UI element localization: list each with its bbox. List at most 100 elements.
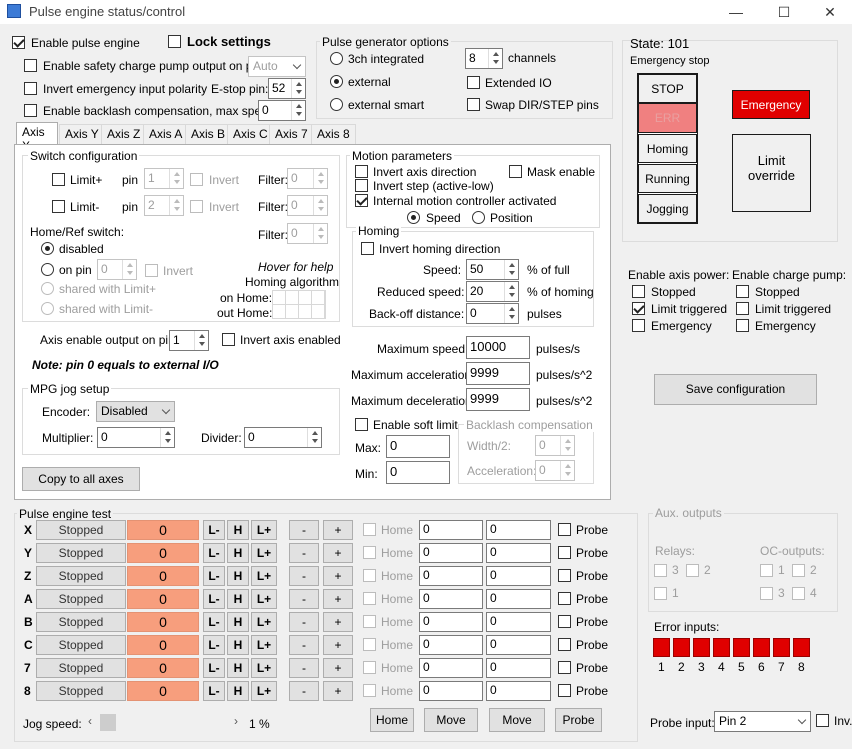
soft-max-input[interactable]: 0 xyxy=(386,435,450,458)
pump-emergency-checkbox[interactable] xyxy=(736,319,749,332)
limit-plus-invert-checkbox[interactable] xyxy=(190,173,203,186)
extended-io-checkbox[interactable] xyxy=(467,76,480,89)
jog-speed-thumb[interactable] xyxy=(100,714,116,731)
home-checkbox[interactable] xyxy=(363,546,376,559)
target-a-input[interactable]: 0 xyxy=(419,635,483,655)
limit-plus-pin-stepper[interactable]: 1 xyxy=(144,168,184,189)
limit-minus-invert-checkbox[interactable] xyxy=(190,200,203,213)
tab-axis-x[interactable]: Axis X xyxy=(16,122,58,153)
spinner-arrows-icon[interactable] xyxy=(160,428,174,447)
home-invert-checkbox[interactable] xyxy=(145,264,158,277)
home-checkbox[interactable] xyxy=(363,638,376,651)
jog-minus-button[interactable]: - xyxy=(289,543,319,563)
target-b-input[interactable]: 0 xyxy=(486,589,551,609)
home-filter-stepper[interactable]: 0 xyxy=(287,223,328,244)
probe-input-select[interactable]: Pin 2 xyxy=(714,711,811,732)
jog-plus-button[interactable]: + xyxy=(323,681,353,701)
tab-axis-c[interactable]: Axis C xyxy=(227,124,274,144)
home-checkbox[interactable] xyxy=(363,523,376,536)
probe-invert-checkbox[interactable] xyxy=(816,714,829,727)
scroll-left-icon[interactable]: ‹ xyxy=(88,714,92,728)
spinner-arrows-icon[interactable] xyxy=(504,304,518,323)
reduced-speed-stepper[interactable]: 20 xyxy=(466,281,519,302)
target-b-input[interactable]: 0 xyxy=(486,566,551,586)
tab-axis-b[interactable]: Axis B xyxy=(185,124,232,144)
encoder-select[interactable]: Disabled xyxy=(96,401,175,422)
tab-axis-8[interactable]: Axis 8 xyxy=(311,124,356,144)
shared-limit-plus-radio[interactable] xyxy=(41,282,54,295)
probe-checkbox[interactable] xyxy=(558,638,571,651)
jog-plus-button[interactable]: + xyxy=(323,543,353,563)
home-disabled-radio[interactable] xyxy=(41,242,54,255)
spinner-arrows-icon[interactable] xyxy=(169,169,183,188)
estop-pin-stepper[interactable]: 52 xyxy=(268,78,306,99)
home-checkbox[interactable] xyxy=(363,569,376,582)
enable-pulse-engine-checkbox[interactable] xyxy=(12,36,25,49)
probe-checkbox[interactable] xyxy=(558,615,571,628)
axis-enable-pin-stepper[interactable]: 1 xyxy=(169,330,209,351)
probe-checkbox[interactable] xyxy=(558,592,571,605)
tab-axis-7[interactable]: Axis 7 xyxy=(269,124,314,144)
max-acc-input[interactable]: 9999 xyxy=(466,362,530,385)
jog-plus-button[interactable]: + xyxy=(323,658,353,678)
limit-override-button[interactable]: Limit override xyxy=(732,134,811,212)
spinner-arrows-icon[interactable] xyxy=(488,49,502,68)
minimize-button[interactable]: — xyxy=(726,3,746,21)
jog-plus-button[interactable]: + xyxy=(323,612,353,632)
limit-plus-filter-stepper[interactable]: 0 xyxy=(287,168,328,189)
jog-plus-button[interactable]: + xyxy=(323,566,353,586)
mask-enable-checkbox[interactable] xyxy=(509,165,522,178)
shared-limit-minus-radio[interactable] xyxy=(41,302,54,315)
target-a-input[interactable]: 0 xyxy=(419,658,483,678)
test-home-button[interactable]: Home xyxy=(370,708,414,732)
home-checkbox[interactable] xyxy=(363,615,376,628)
opt-external-radio[interactable] xyxy=(330,75,343,88)
invert-axis-enabled-checkbox[interactable] xyxy=(222,333,235,346)
copy-to-all-axes-button[interactable]: Copy to all axes xyxy=(22,467,140,491)
target-a-input[interactable]: 0 xyxy=(419,681,483,701)
invert-axis-direction-checkbox[interactable] xyxy=(355,165,368,178)
channels-stepper[interactable]: 8 xyxy=(465,48,503,69)
mode-position-radio[interactable] xyxy=(472,211,485,224)
spinner-arrows-icon[interactable] xyxy=(122,260,136,279)
oc-2-checkbox[interactable] xyxy=(792,564,805,577)
spinner-arrows-icon[interactable] xyxy=(291,79,305,98)
invert-step-checkbox[interactable] xyxy=(355,179,368,192)
target-a-input[interactable]: 0 xyxy=(419,612,483,632)
spinner-arrows-icon[interactable] xyxy=(560,436,574,455)
spinner-arrows-icon[interactable] xyxy=(307,428,321,447)
max-speed-input[interactable]: 10000 xyxy=(466,336,530,359)
jog-minus-button[interactable]: - xyxy=(289,520,319,540)
limit-minus-filter-stepper[interactable]: 0 xyxy=(287,195,328,216)
jog-minus-button[interactable]: - xyxy=(289,612,319,632)
soft-limit-checkbox[interactable] xyxy=(355,418,368,431)
invert-homing-direction-checkbox[interactable] xyxy=(361,242,374,255)
axis-power-limit-checkbox[interactable] xyxy=(632,302,645,315)
backoff-stepper[interactable]: 0 xyxy=(466,303,519,324)
internal-mc-checkbox[interactable] xyxy=(355,194,368,207)
target-b-input[interactable]: 0 xyxy=(486,543,551,563)
backlash-acc-stepper[interactable]: 0 xyxy=(535,460,575,481)
backlash-checkbox[interactable] xyxy=(24,104,37,117)
probe-checkbox[interactable] xyxy=(558,661,571,674)
test-probe-button[interactable]: Probe xyxy=(555,708,602,732)
opt-external-smart-radio[interactable] xyxy=(330,98,343,111)
multiplier-stepper[interactable]: 0 xyxy=(97,427,175,448)
home-checkbox[interactable] xyxy=(363,684,376,697)
home-on-pin-radio[interactable] xyxy=(41,263,54,276)
tab-axis-z[interactable]: Axis Z xyxy=(101,124,147,144)
spinner-arrows-icon[interactable] xyxy=(194,331,208,350)
charge-pump-pin-select[interactable]: Auto xyxy=(248,56,306,77)
axis-power-stopped-checkbox[interactable] xyxy=(632,285,645,298)
spinner-arrows-icon[interactable] xyxy=(291,101,305,120)
jog-minus-button[interactable]: - xyxy=(289,635,319,655)
close-button[interactable]: ✕ xyxy=(820,3,840,21)
tab-axis-a[interactable]: Axis A xyxy=(143,124,189,144)
target-b-input[interactable]: 0 xyxy=(486,658,551,678)
oc-4-checkbox[interactable] xyxy=(792,587,805,600)
spinner-arrows-icon[interactable] xyxy=(313,224,327,243)
test-move-button-1[interactable]: Move xyxy=(424,708,478,732)
pump-limit-checkbox[interactable] xyxy=(736,302,749,315)
backlash-width-stepper[interactable]: 0 xyxy=(535,435,575,456)
test-move-button-2[interactable]: Move xyxy=(489,708,545,732)
